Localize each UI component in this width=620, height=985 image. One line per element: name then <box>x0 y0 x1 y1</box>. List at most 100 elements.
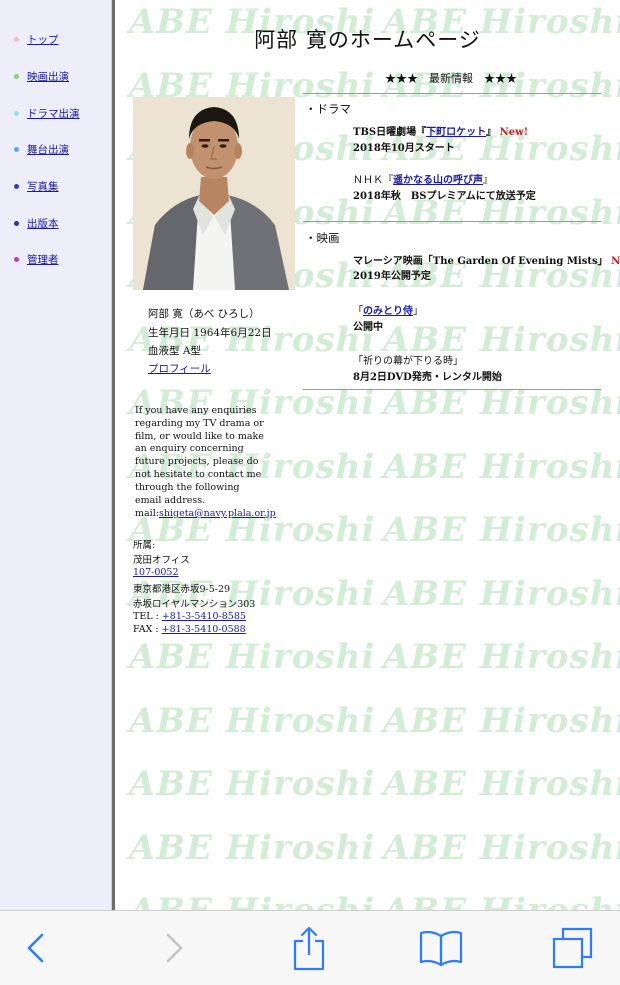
mail-link[interactable]: shigeta@navy.plala.or.jp <box>159 508 276 519</box>
profile-link-wrapper: プロフィール <box>148 361 211 376</box>
tel-line: TEL : +81-3-5410-8585 <box>133 611 246 622</box>
movie-item-2: 「のみとり侍」 <box>353 302 423 317</box>
sidebar-item-label[interactable]: 管理者 <box>27 252 59 267</box>
postal-code-wrapper: 107-0052 <box>133 567 179 578</box>
watermark-text: ABE Hiroshi <box>129 891 375 910</box>
watermark-text: ABE Hiroshi <box>383 827 620 868</box>
share-button[interactable] <box>279 911 339 985</box>
enquiry-text: If you have any enquiries regarding my T… <box>135 405 264 506</box>
section-drama-heading: ・ドラマ <box>305 102 351 116</box>
watermark-text: ABE Hiroshi <box>383 637 620 677</box>
sidebar-item-label[interactable]: 映画出演 <box>27 69 69 84</box>
drama-item-1-prefix: TBS日曜劇場『 <box>353 127 427 138</box>
divider <box>303 389 601 390</box>
news-header: ★★★ 最新情報 ★★★ <box>385 72 517 85</box>
forward-icon <box>166 933 183 963</box>
drama-item-1-link[interactable]: 下町ロケット <box>426 127 486 138</box>
back-icon <box>27 933 44 963</box>
watermark-text: ABE Hiroshi <box>129 827 376 868</box>
drama-item-1: TBS日曜劇場『下町ロケット』 New! <box>353 123 528 138</box>
section-movie-heading: ・映画 <box>305 231 340 245</box>
affiliation-label: 所属: <box>133 540 156 551</box>
drama-item-2-suffix: 』 <box>483 175 493 186</box>
movie-item-1: マレーシア映画「The Garden Of Evening Mists」 New… <box>353 252 620 267</box>
bullet-dot-icon <box>14 257 19 262</box>
sidebar-item-dramas[interactable]: ドラマ出演 <box>14 106 80 121</box>
movie-item-3-title: 「祈りの幕が下りる時」 <box>353 356 463 367</box>
mail-line: mail:shigeta@navy.plala.or.jp <box>135 508 276 519</box>
back-button[interactable] <box>6 911 66 985</box>
watermark-text: ABE Hiroshi <box>383 764 620 804</box>
sidebar-item-photobooks[interactable]: 写真集 <box>14 179 59 194</box>
sidebar-nav: トップ 映画出演 ドラマ出演 舞台出演 写真集 出版本 管理者 <box>0 0 112 910</box>
movie-item-3: 「祈りの幕が下りる時」 <box>353 352 463 367</box>
movie-item-3-date: 8月2日DVD発売・レンタル開始 <box>353 372 502 383</box>
sidebar-item-label[interactable]: 写真集 <box>27 179 59 194</box>
profile-link[interactable]: プロフィール <box>148 363 211 375</box>
tabs-icon <box>552 927 593 969</box>
bullet-dot-icon <box>14 37 19 42</box>
drama-item-2-link[interactable]: 遥かなる山の呼び声 <box>393 175 483 186</box>
bookmarks-icon <box>419 930 463 967</box>
drama-item-1-date: 2018年10月スタート <box>353 143 455 154</box>
bullet-dot-icon <box>14 147 19 152</box>
mail-label: mail: <box>135 508 159 519</box>
sidebar-item-books[interactable]: 出版本 <box>14 216 59 231</box>
bullet-dot-icon <box>14 74 19 79</box>
sidebar-item-label[interactable]: ドラマ出演 <box>27 106 80 121</box>
new-badge: New! <box>499 127 529 138</box>
address-line-2: 赤坂ロイヤルマンション303 <box>133 599 256 610</box>
drama-item-2-prefix: ＮＨＫ『 <box>353 175 393 186</box>
forward-button[interactable] <box>144 911 204 985</box>
watermark-text: ABE Hiroshi <box>129 637 376 677</box>
movie-item-2-suffix: 」 <box>413 306 423 317</box>
movie-item-2-prefix: 「 <box>353 306 363 317</box>
tel-link[interactable]: +81-3-5410-8585 <box>162 611 246 622</box>
new-badge: New! <box>611 256 620 267</box>
watermark-text: ABE Hiroshi <box>383 573 620 614</box>
postal-code-link[interactable]: 107-0052 <box>133 567 179 578</box>
watermark-text: ABE Hiroshi <box>383 510 620 550</box>
profile-photo <box>133 97 295 290</box>
profile-bloodtype: 血液型 A型 <box>148 345 201 357</box>
tabs-button[interactable] <box>543 911 603 985</box>
bullet-dot-icon <box>14 111 19 116</box>
watermark-text: ABE Hiroshi <box>129 700 376 741</box>
address-line-1: 東京都港区赤坂9-5-29 <box>133 584 231 595</box>
sidebar-item-stage[interactable]: 舞台出演 <box>14 142 69 157</box>
tel-label: TEL : <box>133 611 162 622</box>
movie-item-2-link[interactable]: のみとり侍 <box>363 306 413 317</box>
drama-item-1-suffix: 』 <box>486 127 497 138</box>
watermark-text: ABE Hiroshi <box>383 700 620 741</box>
profile-birthdate: 生年月日 1964年6月22日 <box>148 327 272 339</box>
office-name: 茂田オフィス <box>133 555 190 566</box>
portrait-image <box>133 97 295 290</box>
fax-line: FAX : +81-3-5410-0588 <box>133 624 246 635</box>
movie-item-2-status: 公開中 <box>353 322 383 333</box>
share-icon <box>293 926 325 971</box>
fax-link[interactable]: +81-3-5410-0588 <box>162 624 246 635</box>
page-title: 阿部 寛のホームページ <box>254 28 481 52</box>
bookmarks-button[interactable] <box>411 911 471 985</box>
sidebar-item-label[interactable]: 出版本 <box>27 216 59 231</box>
profile-name: 阿部 寛（あべ ひろし） <box>148 308 260 320</box>
sidebar-item-admin[interactable]: 管理者 <box>14 252 59 267</box>
drama-item-2: ＮＨＫ『遥かなる山の呼び声』 <box>353 171 493 186</box>
sidebar-item-movies[interactable]: 映画出演 <box>14 69 69 84</box>
drama-item-2-date: 2018年秋 BSプレミアムにて放送予定 <box>353 191 536 202</box>
divider <box>303 93 601 94</box>
watermark-text: ABE Hiroshi <box>383 891 620 910</box>
bullet-dot-icon <box>14 221 19 226</box>
bullet-dot-icon <box>14 184 19 189</box>
watermark-text: ABE Hiroshi <box>129 764 376 804</box>
fax-label: FAX : <box>133 624 162 635</box>
sidebar-item-label[interactable]: 舞台出演 <box>27 142 69 157</box>
sidebar-item-label[interactable]: トップ <box>27 32 59 47</box>
browser-toolbar <box>0 910 620 985</box>
watermark-text: ABE Hiroshi <box>383 446 620 487</box>
movie-item-1-date: 2019年公開予定 <box>353 271 431 282</box>
main-content: ABE Hiroshi ABE Hiroshi ABE Hiroshi ABE Hir… <box>115 0 620 910</box>
movie-item-1-title: マレーシア映画「The Garden Of Evening Mists」 <box>353 256 608 267</box>
divider <box>303 221 601 222</box>
sidebar-item-top[interactable]: トップ <box>14 32 59 47</box>
